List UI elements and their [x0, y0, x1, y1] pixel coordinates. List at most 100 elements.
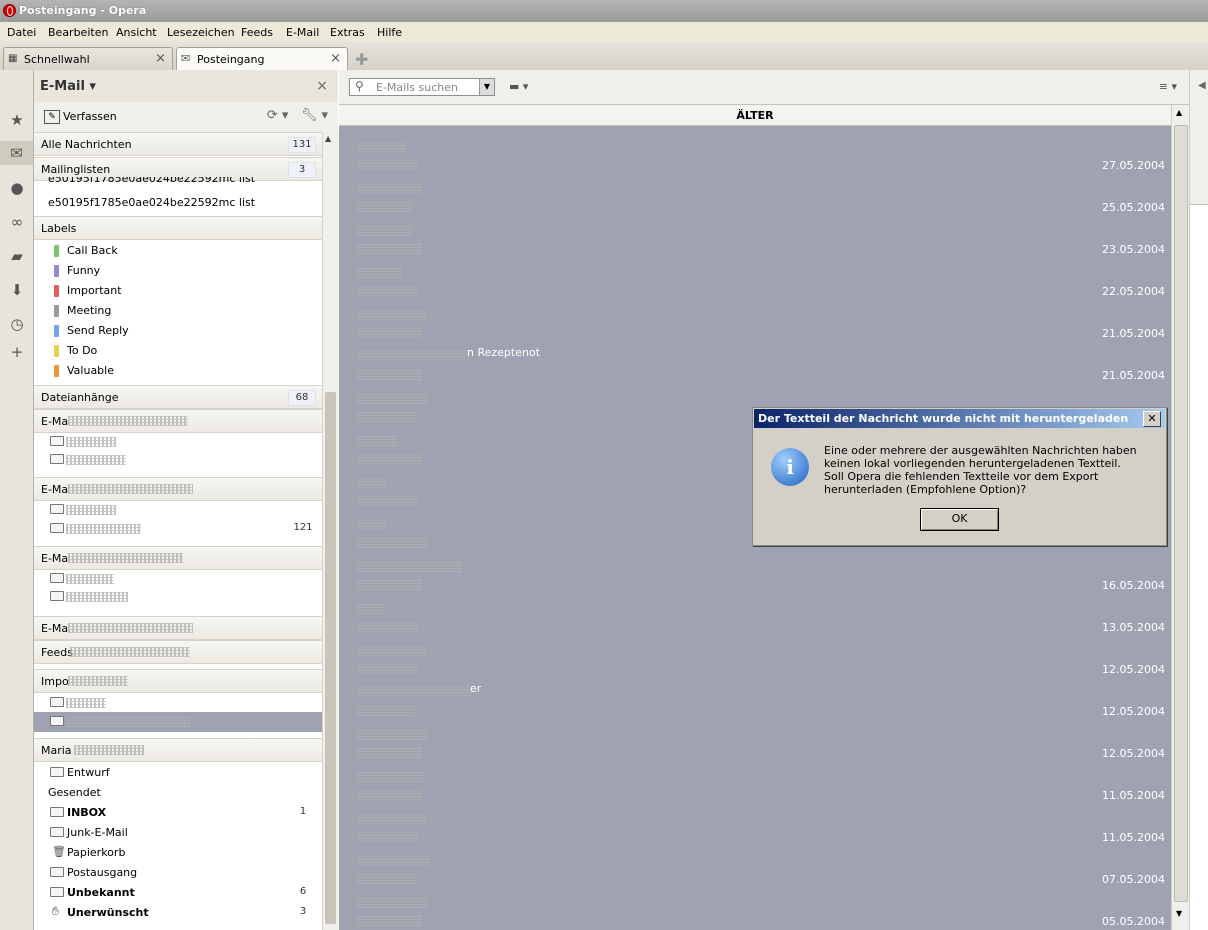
- menu-extras[interactable]: Extras: [330, 26, 365, 39]
- message-scrollbar[interactable]: ▲ ▼: [1171, 105, 1189, 930]
- label-item[interactable]: Valuable: [34, 361, 322, 381]
- menu-lesezeichen[interactable]: Lesezeichen: [167, 26, 235, 39]
- folder-entwurf[interactable]: Entwurf: [34, 763, 322, 783]
- message-row[interactable]: 11.05.2004: [339, 762, 1171, 804]
- folder-postausgang[interactable]: Postausgang: [34, 863, 322, 883]
- account-header[interactable]: E-Ma: [34, 477, 322, 501]
- scrollbar-thumb[interactable]: [325, 392, 336, 924]
- folder-gesendet[interactable]: Gesendet: [34, 783, 322, 803]
- dialog-close-icon[interactable]: ✕: [1143, 411, 1161, 427]
- add-panel-icon[interactable]: +: [7, 342, 27, 362]
- message-row[interactable]: 25.05.2004: [339, 174, 1171, 216]
- folder-item[interactable]: [34, 587, 322, 607]
- message-date: 23.05.2004: [1102, 243, 1165, 256]
- links-icon[interactable]: ∞: [7, 212, 27, 232]
- search-box[interactable]: ⚲ E-Mails suchen ▼: [349, 78, 495, 96]
- search-icon: ⚲: [355, 79, 364, 93]
- account-header[interactable]: Maria: [34, 738, 322, 762]
- message-row[interactable]: 12.05.2004: [339, 720, 1171, 762]
- redacted-text: [357, 454, 422, 464]
- bookmarks-icon[interactable]: ★: [7, 110, 27, 130]
- redacted-text: [68, 623, 193, 633]
- view-attachments[interactable]: Dateianhänge 68: [34, 385, 322, 409]
- downloads-icon[interactable]: ⬇: [7, 280, 27, 300]
- message-row[interactable]: n Rezeptenot 21.05.2004: [339, 342, 1171, 384]
- folder-junk[interactable]: Junk-E-Mail: [34, 823, 322, 843]
- sync-icon[interactable]: ⟳ ▾: [267, 108, 289, 123]
- label-item[interactable]: Funny: [34, 261, 322, 281]
- folder-item[interactable]: [34, 693, 322, 713]
- message-row[interactable]: 21.05.2004: [339, 300, 1171, 342]
- notes-icon[interactable]: ▰: [7, 246, 27, 266]
- label-item[interactable]: Send Reply: [34, 321, 322, 341]
- menu-ansicht[interactable]: Ansicht: [116, 26, 157, 39]
- folder-item[interactable]: [34, 569, 322, 589]
- folder-item[interactable]: [34, 500, 322, 520]
- scrollbar-thumb[interactable]: [1174, 125, 1188, 902]
- tab-close-icon[interactable]: ×: [330, 51, 341, 66]
- mail-icon[interactable]: ✉: [0, 141, 33, 165]
- message-row[interactable]: 07.05.2004: [339, 846, 1171, 888]
- panel-title[interactable]: E-Mail ▾: [40, 79, 96, 94]
- folder-item[interactable]: [34, 450, 322, 470]
- message-row[interactable]: 11.05.2004: [339, 804, 1171, 846]
- panel-scrollbar[interactable]: ▲: [322, 132, 339, 930]
- list-item[interactable]: e50195f1785e0ae024be22592mc list: [34, 193, 322, 213]
- collapse-arrow-icon[interactable]: ◀: [1198, 80, 1206, 91]
- menu-bearbeiten[interactable]: Bearbeiten: [48, 26, 108, 39]
- scroll-up-icon[interactable]: ▲: [1176, 108, 1182, 117]
- label-item[interactable]: Call Back: [34, 241, 322, 261]
- folder-unbekannt[interactable]: Unbekannt 6: [34, 883, 322, 903]
- menu-feeds[interactable]: Feeds: [241, 26, 273, 39]
- tab-posteingang[interactable]: ✉ Posteingang ×: [176, 47, 348, 71]
- scroll-down-icon[interactable]: ▼: [1176, 909, 1182, 918]
- history-icon[interactable]: ◷: [7, 314, 27, 334]
- row-label: INBOX: [67, 806, 107, 819]
- message-row[interactable]: 05.05.2004: [339, 888, 1171, 930]
- message-row[interactable]: 23.05.2004: [339, 216, 1171, 258]
- menu-email[interactable]: E-Mail: [286, 26, 319, 39]
- wrench-icon[interactable]: 🔧︎ ▾: [301, 108, 328, 123]
- view-all-messages[interactable]: Alle Nachrichten 131: [34, 132, 322, 156]
- scroll-up-icon[interactable]: ▲: [325, 134, 331, 143]
- label-item[interactable]: Meeting: [34, 301, 322, 321]
- opera-logo-icon[interactable]: [3, 4, 16, 17]
- count-badge: 6: [299, 886, 307, 897]
- account-header[interactable]: E-Ma: [34, 616, 322, 640]
- contacts-icon[interactable]: ●: [7, 178, 27, 198]
- folder-item[interactable]: 121: [34, 519, 322, 539]
- folder-icon: [50, 887, 64, 897]
- new-tab-icon[interactable]: ✚: [355, 50, 368, 69]
- message-row[interactable]: er 12.05.2004: [339, 678, 1171, 720]
- menu-hilfe[interactable]: Hilfe: [377, 26, 402, 39]
- folder-item-selected[interactable]: [34, 712, 322, 732]
- redacted-text: [66, 717, 191, 727]
- view-options-icon[interactable]: ▬ ▾: [509, 80, 528, 93]
- folder-inbox[interactable]: INBOX 1: [34, 803, 322, 823]
- account-header[interactable]: E-Ma: [34, 409, 322, 433]
- message-row[interactable]: 22.05.2004: [339, 258, 1171, 300]
- menu-datei[interactable]: Datei: [7, 26, 36, 39]
- label-item[interactable]: Important: [34, 281, 322, 301]
- tab-schnellwahl[interactable]: ▦ Schnellwahl ×: [3, 47, 173, 70]
- search-dropdown-icon[interactable]: ▼: [479, 79, 494, 95]
- panel-close-icon[interactable]: ×: [316, 78, 328, 94]
- message-row[interactable]: 16.05.2004: [339, 552, 1171, 594]
- account-header[interactable]: E-Ma: [34, 546, 322, 570]
- account-header[interactable]: Impo: [34, 669, 322, 693]
- message-row[interactable]: 27.05.2004: [339, 132, 1171, 174]
- labels-header[interactable]: Labels: [34, 216, 322, 240]
- list-settings-icon[interactable]: ≡ ▾: [1159, 80, 1177, 93]
- folder-unerwuenscht[interactable]: ✋︎ Unerwünscht 3: [34, 903, 322, 923]
- list-item[interactable]: e50195f1785e0ae024be22592mc list: [34, 177, 322, 189]
- tab-close-icon[interactable]: ×: [155, 51, 166, 66]
- feeds-header[interactable]: Feeds: [34, 640, 322, 664]
- folder-item[interactable]: [34, 432, 322, 452]
- search-placeholder: E-Mails suchen: [376, 81, 458, 94]
- folder-papierkorb[interactable]: 🗑︎ Papierkorb: [34, 843, 322, 863]
- ok-button[interactable]: OK: [920, 508, 999, 531]
- label-item[interactable]: To Do: [34, 341, 322, 361]
- message-row[interactable]: 12.05.2004: [339, 636, 1171, 678]
- message-row[interactable]: 13.05.2004: [339, 594, 1171, 636]
- compose-button[interactable]: ✎ Verfassen: [44, 110, 117, 124]
